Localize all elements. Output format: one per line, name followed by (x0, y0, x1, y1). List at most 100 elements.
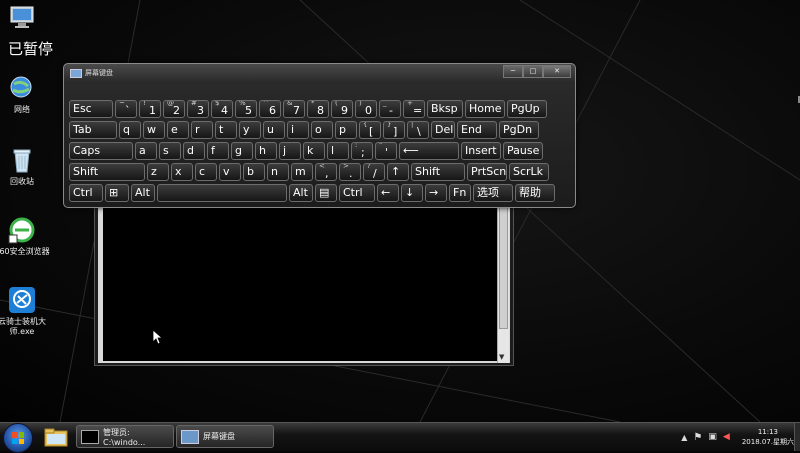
key--button[interactable]: ~ ` (115, 100, 137, 118)
desktop-icon-network[interactable]: 网络 (0, 74, 51, 115)
key-pause-button[interactable]: Pause (503, 142, 543, 160)
key-q-button[interactable]: q (119, 121, 141, 139)
key--button[interactable]: ⊞ (105, 184, 129, 202)
key-c-button[interactable]: c (195, 163, 217, 181)
console-scrollbar[interactable]: ▼ (497, 197, 509, 363)
key-tab-button[interactable]: Tab (69, 121, 117, 139)
key-m-button[interactable]: m (291, 163, 313, 181)
key-z-button[interactable]: z (147, 163, 169, 181)
taskbar-item-osk[interactable]: 屏幕键盘 (176, 425, 274, 448)
key-caps-button[interactable]: Caps (69, 142, 133, 160)
key-p-button[interactable]: p (335, 121, 357, 139)
key--button[interactable]: }] (383, 121, 405, 139)
key-0-button[interactable]: ) 0 (355, 100, 377, 118)
key--button[interactable]: ▤ (315, 184, 337, 202)
key-n-button[interactable]: n (267, 163, 289, 181)
key-bksp-button[interactable]: Bksp (427, 100, 463, 118)
key-end-button[interactable]: End (457, 121, 497, 139)
key-b-button[interactable]: b (243, 163, 265, 181)
key-f-button[interactable]: f (207, 142, 229, 160)
key-6-button[interactable]: ^ 6 (259, 100, 281, 118)
key-fn-button[interactable]: Fn (449, 184, 471, 202)
key-shift-button[interactable]: Shift (411, 163, 465, 181)
key-insert-button[interactable]: Insert (461, 142, 501, 160)
key--button[interactable]: ↑ (387, 163, 409, 181)
action-center-flag-icon[interactable]: ⚑ (693, 432, 702, 443)
explorer-pinned-button[interactable] (42, 426, 70, 448)
key--button[interactable]: ↓ (401, 184, 423, 202)
key-x-button[interactable]: x (171, 163, 193, 181)
key-esc-button[interactable]: Esc (69, 100, 113, 118)
key-pgup-button[interactable]: PgUp (507, 100, 547, 118)
key-w-button[interactable]: w (143, 121, 165, 139)
key-v-button[interactable]: v (219, 163, 241, 181)
key-h-button[interactable]: h (255, 142, 277, 160)
key-u-button[interactable]: u (263, 121, 285, 139)
key-i-button[interactable]: i (287, 121, 309, 139)
desktop-icon-360-browser[interactable]: 360安全浏览器 (0, 216, 51, 257)
show-hidden-icons-icon[interactable]: ▲ (681, 433, 687, 442)
key--button[interactable]: " ' (375, 142, 397, 160)
key-del-button[interactable]: Del (431, 121, 455, 139)
key-ctrl-button[interactable]: Ctrl (69, 184, 103, 202)
key--button[interactable]: → (425, 184, 447, 202)
key-d-button[interactable]: d (183, 142, 205, 160)
key--button[interactable]: :; (351, 142, 373, 160)
key-r-button[interactable]: r (191, 121, 213, 139)
key-l-button[interactable]: l (327, 142, 349, 160)
on-screen-keyboard-window[interactable]: 屏幕键盘 ─ □ ✕ Esc ~ `! 1 @2 #3 $4% 5 ^ 6 & 7 * 8(9) 0 _ - + =… (63, 63, 576, 208)
key--button[interactable]: <, (315, 163, 337, 181)
key-选项-button[interactable]: 选项 (473, 184, 513, 202)
key-2-button[interactable]: @2 (163, 100, 185, 118)
volume-muted-icon[interactable]: ◀ (723, 432, 730, 442)
scrollbar-thumb[interactable] (499, 201, 508, 329)
key-alt-button[interactable]: Alt (289, 184, 313, 202)
show-desktop-button[interactable] (794, 423, 800, 451)
key-1-button[interactable]: ! 1 (139, 100, 161, 118)
key-g-button[interactable]: g (231, 142, 253, 160)
key-s-button[interactable]: s (159, 142, 181, 160)
key-o-button[interactable]: o (311, 121, 333, 139)
key--button[interactable]: ⟵ (399, 142, 459, 160)
key--button[interactable]: _ - (379, 100, 401, 118)
desktop-icon-computer[interactable] (0, 4, 51, 35)
key-space-button[interactable] (157, 184, 287, 202)
key-5-button[interactable]: % 5 (235, 100, 257, 118)
key-3-button[interactable]: #3 (187, 100, 209, 118)
minimize-button[interactable]: ─ (503, 65, 523, 78)
key-k-button[interactable]: k (303, 142, 325, 160)
key-4-button[interactable]: $4 (211, 100, 233, 118)
taskbar-item-console[interactable]: 管理员: C:\windo... (76, 425, 174, 448)
close-button[interactable]: ✕ (543, 65, 571, 78)
key--button[interactable]: + = (403, 100, 425, 118)
key-alt-button[interactable]: Alt (131, 184, 155, 202)
key--button[interactable]: ? / (363, 163, 385, 181)
key-prtscn-button[interactable]: PrtScn (467, 163, 507, 181)
scroll-down-arrow-icon[interactable]: ▼ (499, 353, 504, 361)
maximize-button[interactable]: □ (523, 65, 543, 78)
key-scrlk-button[interactable]: ScrLk (509, 163, 549, 181)
key-pgdn-button[interactable]: PgDn (499, 121, 539, 139)
key-t-button[interactable]: t (215, 121, 237, 139)
key-y-button[interactable]: y (239, 121, 261, 139)
key--button[interactable]: {[ (359, 121, 381, 139)
key-7-button[interactable]: & 7 (283, 100, 305, 118)
key-ctrl-button[interactable]: Ctrl (339, 184, 375, 202)
network-tray-icon[interactable]: ▣ (708, 432, 717, 442)
key-e-button[interactable]: e (167, 121, 189, 139)
desktop-icon-yunqishi[interactable]: 云骑士装机大师.exe (0, 286, 51, 337)
key-home-button[interactable]: Home (465, 100, 505, 118)
osk-title-bar[interactable]: 屏幕键盘 (70, 67, 113, 79)
key-j-button[interactable]: j (279, 142, 301, 160)
key--button[interactable]: ← (377, 184, 399, 202)
key-a-button[interactable]: a (135, 142, 157, 160)
key-shift-button[interactable]: Shift (69, 163, 145, 181)
key-8-button[interactable]: * 8 (307, 100, 329, 118)
key--button[interactable]: >. (339, 163, 361, 181)
desktop-icon-recycle-bin[interactable]: 回收站 (0, 146, 51, 187)
tray-clock[interactable]: 11:13 2018.07.星期六 (742, 427, 794, 447)
key-帮助-button[interactable]: 帮助 (515, 184, 555, 202)
key--button[interactable]: | \ (407, 121, 429, 139)
key-9-button[interactable]: (9 (331, 100, 353, 118)
start-button[interactable] (3, 423, 33, 453)
